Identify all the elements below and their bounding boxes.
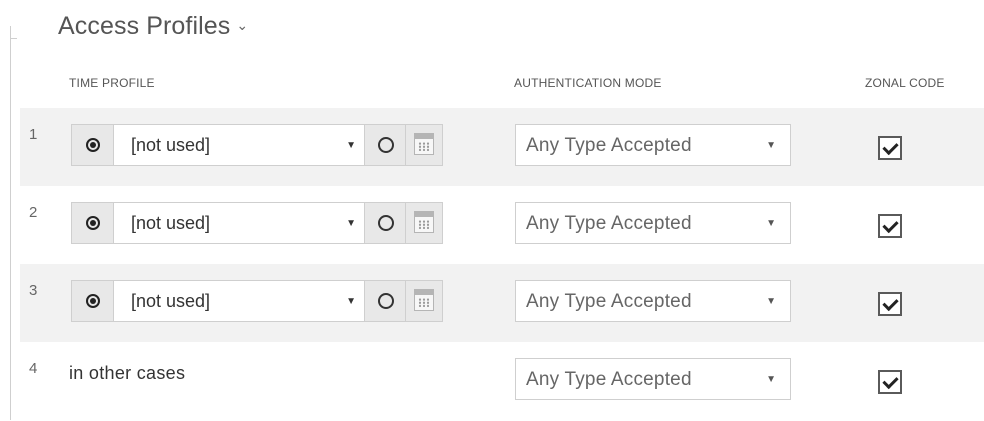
authentication-mode-value: Any Type Accepted: [526, 213, 692, 234]
dropdown-arrow-icon: ▼: [766, 296, 776, 307]
radio-unselected-icon: [378, 293, 394, 309]
table-row: 2 [not used] ▼ Any Type Accepted ▼: [20, 186, 984, 264]
time-profile-radio[interactable]: [72, 125, 114, 165]
calendar-icon: [414, 133, 434, 155]
time-profile-group: [not used] ▼: [71, 124, 443, 166]
dropdown-arrow-icon: ▼: [766, 374, 776, 385]
row-number: 1: [29, 126, 38, 143]
section-bracket: [10, 26, 17, 420]
zonal-code-checkbox[interactable]: [878, 292, 902, 316]
time-profile-value: [not used]: [131, 135, 211, 155]
custom-schedule-radio[interactable]: [364, 125, 406, 165]
time-profile-value: [not used]: [131, 213, 211, 233]
radio-selected-icon: [86, 216, 100, 230]
dropdown-arrow-icon: ▼: [346, 296, 356, 307]
row-number: 4: [29, 360, 38, 377]
time-profile-radio[interactable]: [72, 203, 114, 243]
authentication-mode-select[interactable]: Any Type Accepted ▼: [515, 358, 791, 400]
zonal-code-checkbox[interactable]: [878, 214, 902, 238]
time-profile-radio[interactable]: [72, 281, 114, 321]
time-profile-group: [not used] ▼: [71, 280, 443, 322]
radio-selected-icon: [86, 138, 100, 152]
row-number: 2: [29, 204, 38, 221]
other-cases-label: in other cases: [69, 363, 186, 383]
section-title-text: Access Profiles: [58, 12, 231, 40]
custom-schedule-radio[interactable]: [364, 281, 406, 321]
row-number: 3: [29, 282, 38, 299]
column-header-zonal-code: ZONAL CODE: [865, 76, 945, 90]
dropdown-arrow-icon: ▼: [346, 218, 356, 229]
authentication-mode-value: Any Type Accepted: [526, 135, 692, 156]
column-header-time-profile: TIME PROFILE: [69, 76, 155, 90]
time-profile-select[interactable]: [not used] ▼: [114, 203, 364, 243]
time-profile-select[interactable]: [not used] ▼: [114, 125, 364, 165]
radio-selected-icon: [86, 294, 100, 308]
radio-unselected-icon: [378, 215, 394, 231]
zonal-code-checkbox[interactable]: [878, 370, 902, 394]
chevron-down-icon: ⌄: [236, 17, 249, 33]
authentication-mode-value: Any Type Accepted: [526, 369, 692, 390]
authentication-mode-value: Any Type Accepted: [526, 291, 692, 312]
column-header-authentication-mode: AUTHENTICATION MODE: [514, 76, 662, 90]
radio-unselected-icon: [378, 137, 394, 153]
custom-schedule-radio[interactable]: [364, 203, 406, 243]
calendar-icon: [414, 289, 434, 311]
calendar-button[interactable]: [406, 125, 442, 165]
calendar-button[interactable]: [406, 203, 442, 243]
section-title[interactable]: Access Profiles ⌄: [58, 12, 248, 41]
time-profile-group: [not used] ▼: [71, 202, 443, 244]
time-profile-select[interactable]: [not used] ▼: [114, 281, 364, 321]
dropdown-arrow-icon: ▼: [766, 140, 776, 151]
dropdown-arrow-icon: ▼: [766, 218, 776, 229]
authentication-mode-select[interactable]: Any Type Accepted ▼: [515, 202, 791, 244]
zonal-code-checkbox[interactable]: [878, 136, 902, 160]
authentication-mode-select[interactable]: Any Type Accepted ▼: [515, 124, 791, 166]
calendar-button[interactable]: [406, 281, 442, 321]
table-row: 4 in other cases Any Type Accepted ▼: [20, 342, 984, 420]
table-row: 1 [not used] ▼ Any Type Accepted ▼: [20, 108, 984, 186]
table-row: 3 [not used] ▼ Any Type Accepted ▼: [20, 264, 984, 342]
authentication-mode-select[interactable]: Any Type Accepted ▼: [515, 280, 791, 322]
calendar-icon: [414, 211, 434, 233]
time-profile-value: [not used]: [131, 291, 211, 311]
dropdown-arrow-icon: ▼: [346, 140, 356, 151]
